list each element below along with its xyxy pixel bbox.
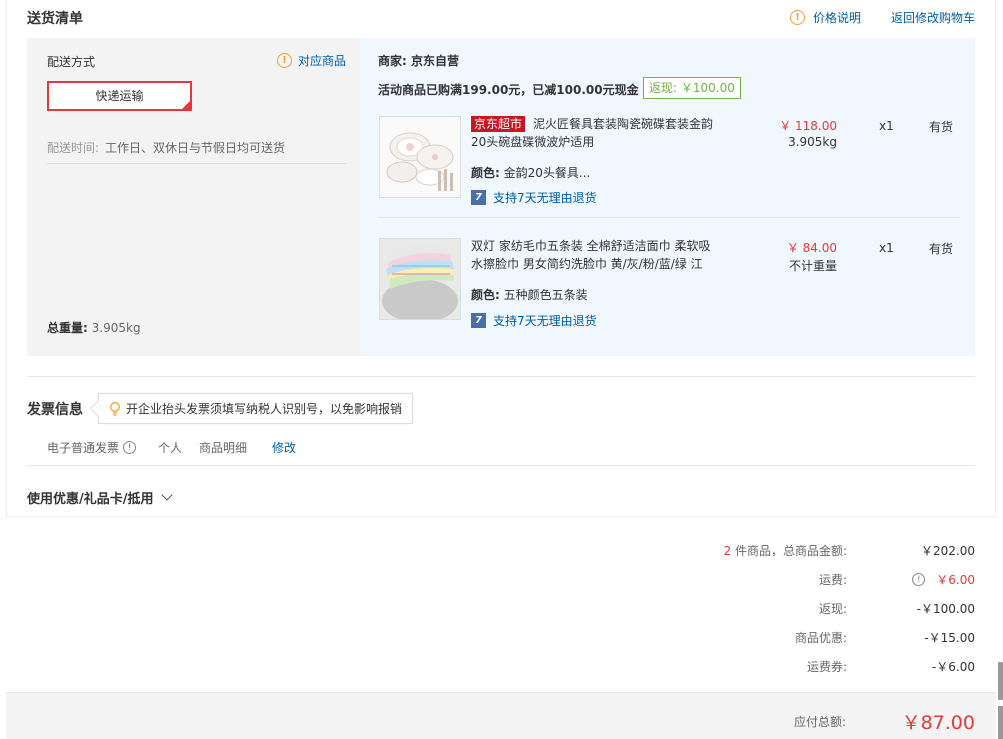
scrollbar-thumb[interactable] [998, 662, 1003, 700]
ceramic-dishes-image[interactable] [379, 116, 461, 198]
shipping-time: 配送时间: 工作日、双休日与节假日均可送货 [47, 139, 285, 156]
merchant: 商家: 京东自营 [378, 54, 459, 68]
towels-image[interactable] [379, 238, 461, 320]
summary-count-label: 2 件商品，总商品金额: [723, 542, 847, 559]
lightbulb-icon [110, 401, 120, 416]
divider [27, 376, 975, 377]
divider [378, 217, 960, 218]
shipping-method-label: 快递运输 [95, 89, 144, 103]
count-label: 件商品，总商品金额: [734, 544, 847, 558]
order-item: 双灯 家纺毛巾五条装 全棉舒适洁面巾 柔软吸水擦脸巾 男女简约洗脸巾 黄/灰/粉… [378, 236, 960, 346]
order-item: 京东超市 泥火匠餐具套装陶瓷碗碟套装金韵20头碗盘碟微波炉适用 颜色: 金韵20头… [378, 114, 960, 224]
invoice-type: 电子普通发票 [47, 441, 120, 455]
item-price: ￥ 118.00 [779, 119, 837, 133]
section-title: 送货清单 [27, 11, 83, 27]
item-name[interactable]: 双灯 家纺毛巾五条装 全棉舒适洁面巾 柔软吸水擦脸巾 男女简约洗脸巾 黄/灰/粉… [471, 237, 716, 273]
price-note-label[interactable]: 价格说明 [813, 9, 861, 26]
fee-value: ￥6.00 [936, 573, 975, 587]
match-goods-link[interactable]: ! 对应商品 [276, 52, 346, 69]
item-name[interactable]: 京东超市 泥火匠餐具套装陶瓷碗碟套装金韵20头碗盘碟微波炉适用 [471, 115, 716, 151]
return-7day-label[interactable]: 支持7天无理由退货 [493, 189, 597, 206]
item-weight: 不计重量 [788, 259, 837, 273]
summary-fee: 运费: ! ￥6.00 [0, 571, 1003, 591]
cashback-badge: 返现: ￥100.00 [643, 77, 741, 99]
item-price: ￥ 84.00 [786, 241, 837, 255]
chevron-down-icon [160, 489, 173, 501]
back-to-cart-link[interactable]: 返回修改购物车 [891, 9, 975, 26]
item-qty: x1 [879, 119, 894, 133]
total-bar: 应付总额: ￥87.00 [6, 692, 996, 739]
item-color-label: 颜色: [471, 166, 500, 180]
invoice-content: 商品明细 [199, 441, 248, 455]
summary-goods-total: 2 件商品，总商品金额: ￥202.00 [0, 542, 1003, 562]
item-color: 颜色: 五种颜色五条装 [471, 286, 588, 303]
warning-icon: ! [276, 53, 292, 68]
invoice-title: 发票信息 [27, 402, 83, 418]
info-icon[interactable]: ! [912, 573, 926, 586]
shipping-box: 配送方式 ! 对应商品 快递运输 ✓ 配送时间: 工作日、双休日与节假日均可送货 … [27, 38, 360, 356]
shipping-label: 配送方式 [47, 55, 96, 69]
item-name-text[interactable]: 双灯 家纺毛巾五条装 全棉舒适洁面巾 柔软吸水擦脸巾 男女简约洗脸巾 黄/灰/粉… [471, 239, 710, 271]
shipping-method-option[interactable]: 快递运输 ✓ [47, 81, 192, 111]
fee-coupon-value: -￥6.00 [931, 660, 975, 674]
total-label: 应付总额: [793, 715, 846, 729]
summary-cashback: 返现: -￥100.00 [0, 600, 1003, 620]
return-7day-icon: 7 [471, 190, 486, 205]
warning-icon: ! [789, 10, 805, 25]
return-7day-icon: 7 [471, 313, 486, 328]
return-7day[interactable]: 7 支持7天无理由退货 [471, 312, 597, 329]
discount-label: 商品优惠: [794, 631, 847, 645]
check-icon: ✓ [182, 100, 189, 109]
coupon-toggle[interactable]: 使用优惠/礼品卡/抵用 [27, 488, 173, 507]
shipping-time-value: 工作日、双休日与节假日均可送货 [105, 141, 286, 155]
item-stock: 有货 [929, 120, 954, 134]
fee-coupon-label: 运费券: [806, 660, 847, 674]
price-note-link[interactable]: ! 价格说明 [789, 9, 861, 26]
total-weight-value: 3.905kg [91, 321, 141, 335]
goods-total-value: ￥202.00 [921, 544, 975, 558]
cashback-value: -￥100.00 [916, 602, 975, 616]
item-color: 颜色: 金韵20头餐具... [471, 164, 590, 181]
shipping-time-label: 配送时间: [47, 141, 100, 155]
item-qty: x1 [879, 241, 894, 255]
discount-value: -￥15.00 [924, 631, 975, 645]
item-count: 2 [723, 544, 732, 558]
invoice-edit-link[interactable]: 修改 [272, 439, 296, 456]
goods-box: 商家: 京东自营 活动商品已购满199.00元，已减100.00元现金 返现: … [360, 38, 975, 356]
invoice-tip-text: 开企业抬头发票须填写纳税人识别号，以免影响报销 [126, 402, 403, 416]
item-color-value: 五种颜色五条装 [503, 288, 588, 302]
item-weight: 3.905kg [788, 135, 837, 149]
item-stock: 有货 [929, 242, 954, 256]
coupon-title[interactable]: 使用优惠/礼品卡/抵用 [27, 488, 154, 507]
cashback-label: 返现: [818, 602, 847, 616]
return-7day[interactable]: 7 支持7天无理由退货 [471, 189, 597, 206]
divider [27, 465, 975, 466]
total-value: ￥87.00 [901, 712, 975, 734]
return-7day-label[interactable]: 支持7天无理由退货 [493, 312, 597, 329]
invoice-tip: 开企业抬头发票须填写纳税人识别号，以免影响报销 [98, 393, 414, 424]
invoice-row: 电子普通发票 ! 个人 商品明细 修改 [47, 439, 296, 456]
fee-label: 运费: [818, 573, 847, 587]
info-icon[interactable]: ! [123, 441, 137, 454]
scrollbar-track[interactable] [998, 706, 1003, 739]
invoice-holder: 个人 [158, 441, 183, 455]
top-links: ! 价格说明 返回修改购物车 [789, 9, 975, 26]
total-weight: 总重量: 3.905kg [47, 319, 141, 336]
item-color-label: 颜色: [471, 288, 500, 302]
match-goods-label[interactable]: 对应商品 [298, 52, 346, 69]
fee-value-group: ! ￥6.00 [912, 571, 975, 588]
divider [47, 163, 347, 164]
jd-supermarket-tag: 京东超市 [471, 116, 526, 132]
total-weight-label: 总重量: [47, 321, 88, 335]
item-color-value: 金韵20头餐具... [503, 166, 591, 180]
promo-text: 活动商品已购满199.00元，已减100.00元现金 [378, 83, 639, 97]
summary-discount: 商品优惠: -￥15.00 [0, 629, 1003, 649]
summary-fee-coupon: 运费券: -￥6.00 [0, 658, 1003, 678]
